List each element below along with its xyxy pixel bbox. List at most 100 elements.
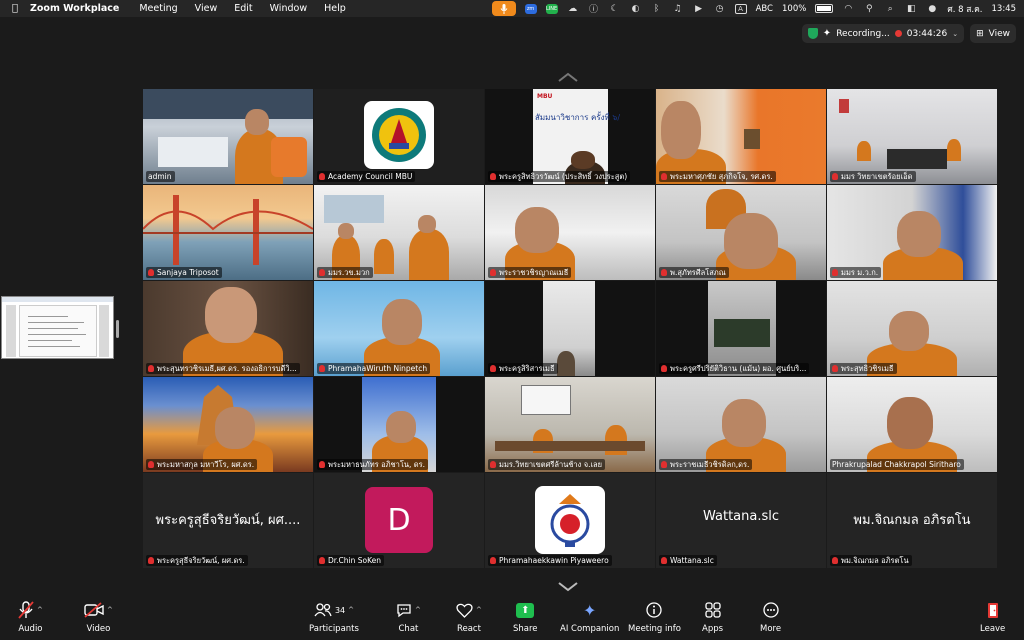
video-tile[interactable]: มมร วิทยาเขตร้อยเอ็ด — [827, 89, 997, 184]
menu-edit[interactable]: Edit — [234, 3, 252, 14]
share-label: Share — [513, 624, 538, 634]
bluetooth-icon[interactable]: ᛒ — [651, 4, 663, 14]
mic-in-use-icon[interactable] — [491, 1, 516, 16]
chat-chevron-icon[interactable]: ^ — [415, 606, 421, 614]
video-tile[interactable]: พระราชเมธีวชิรดิลก,ดร. — [656, 377, 826, 472]
participant-name: admin — [146, 171, 175, 182]
recording-label[interactable]: Recording... — [836, 29, 890, 39]
emblem-logo — [535, 486, 605, 554]
video-tile[interactable]: มมร.วิทยาเขตศรีล้านช้าง จ.เลย — [485, 377, 655, 472]
menu-view[interactable]: View — [195, 3, 218, 14]
audio-options-chevron-icon[interactable]: ^ — [37, 606, 43, 614]
menu-window[interactable]: Window — [270, 3, 307, 14]
view-button[interactable]: ⊞ View — [970, 24, 1016, 43]
participant-display-name: พม.จิณกมล อภิรตโน — [853, 513, 971, 528]
video-tile[interactable]: admin — [143, 89, 313, 184]
menu-time[interactable]: 13:45 — [992, 4, 1017, 14]
react-button[interactable]: ^ React — [456, 598, 482, 640]
apps-button[interactable]: Apps — [702, 598, 723, 640]
siri-icon[interactable]: ● — [926, 4, 938, 14]
muted-mic-icon — [148, 269, 154, 276]
zoom-tray-icon[interactable]: zm — [524, 3, 537, 14]
play-icon[interactable]: ▶ — [693, 4, 705, 14]
page-up-chevron-icon[interactable] — [557, 67, 579, 82]
video-tile[interactable]: พระมหาศุภชัย สุภกิจโจ, รศ.ดร. — [656, 89, 826, 184]
input-source-label[interactable]: ABC — [756, 4, 773, 14]
recording-chevron-down-icon[interactable]: ⌄ — [952, 30, 958, 38]
participants-chevron-icon[interactable]: ^ — [348, 606, 354, 614]
participant-name: พระมหาธนภัทร อภิชาโน, ดร. — [317, 459, 429, 470]
cloud-icon[interactable]: ☁ — [567, 4, 579, 14]
search-icon[interactable]: ⌕ — [884, 4, 896, 14]
participant-name: มมร วิทยาเขตร้อยเอ็ด — [830, 171, 916, 182]
participant-name: พระราชเมธีวชิรดิลก,ดร. — [659, 459, 753, 470]
ai-companion-status-icon[interactable]: ✦ — [823, 28, 831, 39]
more-label: More — [760, 624, 782, 634]
headphones-icon[interactable]: ♫ — [672, 4, 684, 14]
battery-icon[interactable] — [815, 4, 834, 13]
participant-name: Sanjaya Triposot — [146, 267, 222, 278]
control-center-icon[interactable]: ⚲ — [863, 4, 875, 14]
participants-button[interactable]: 34 ^ Participants — [309, 598, 359, 640]
leave-button[interactable]: Leave — [980, 598, 1005, 640]
share-button[interactable]: ⬆ Share — [513, 598, 538, 640]
menu-meeting[interactable]: Meeting — [139, 3, 177, 14]
video-tile[interactable]: พระครูสุธีจริยวัฒน์, ผศ.... พระครูสุธีจร… — [143, 473, 313, 568]
video-off-icon — [84, 602, 104, 618]
participant-name: มมร.วข.มวก — [317, 267, 373, 278]
video-tile[interactable]: พม.จิณกมล อภิรตโน พม.จิณกมล อภิรตโน — [827, 473, 997, 568]
video-tile[interactable]: พ.สุภัทรศีลโสภณ — [656, 185, 826, 280]
video-tile[interactable]: Wattana.slc Wattana.slc — [656, 473, 826, 568]
video-button[interactable]: ^ Video — [84, 598, 113, 640]
thumbnail-drag-handle[interactable] — [116, 320, 119, 338]
moon-icon[interactable]: ☾ — [609, 4, 621, 14]
video-tile[interactable]: MBU สัมมนาวิชาการ ครั้งที่ ๖/ พระครูสิทธ… — [485, 89, 655, 184]
participant-name: พ.สุภัทรศีลโสภณ — [659, 267, 729, 278]
audio-button[interactable]: ^ Audio — [18, 598, 43, 640]
video-tile[interactable]: มมร.วข.มวก — [314, 185, 484, 280]
menu-help[interactable]: Help — [324, 3, 346, 14]
menu-date[interactable]: ศ. 8 ส.ค. — [947, 2, 982, 16]
clock-icon[interactable]: ◷ — [714, 4, 726, 14]
participant-name: พระครูศรีปริยัติวิธาน (แม้น) ผอ. ศูนย์บร… — [659, 363, 810, 374]
page-down-chevron-icon[interactable] — [557, 577, 579, 592]
floating-thumbnail[interactable] — [1, 296, 114, 359]
video-tile[interactable]: พระสุนทรวชิรเมธี,ผศ.ดร. รองอธิการบดีวิ..… — [143, 281, 313, 376]
security-shield-icon[interactable] — [807, 28, 818, 39]
video-tile[interactable]: พระมหาสกุล มหาวีโร, ผศ.ดร. — [143, 377, 313, 472]
video-options-chevron-icon[interactable]: ^ — [107, 606, 113, 614]
info-icon[interactable]: ⓘ — [588, 4, 600, 15]
video-tile[interactable]: Sanjaya Triposot — [143, 185, 313, 280]
participant-name: มมร.วิทยาเขตศรีล้านช้าง จ.เลย — [488, 459, 606, 470]
muted-mic-icon — [490, 173, 496, 180]
chat-button[interactable]: ^ Chat — [396, 598, 421, 640]
line-tray-icon[interactable]: LINE — [545, 3, 558, 14]
meeting-info-button[interactable]: Meeting info — [628, 598, 681, 640]
video-tile[interactable]: D Dr.Chin SoKen — [314, 473, 484, 568]
video-tile[interactable]: พระสุทธิวชิรเมธี — [827, 281, 997, 376]
video-tile[interactable]: PhramahaWiruth Ninpetch — [314, 281, 484, 376]
muted-mic-icon — [832, 269, 838, 276]
react-chevron-icon[interactable]: ^ — [476, 606, 482, 614]
shield-tray-icon[interactable]: ◐ — [630, 4, 642, 14]
video-tile[interactable]: พระครูศรีปริยัติวิธาน (แม้น) ผอ. ศูนย์บร… — [656, 281, 826, 376]
toggle-icon[interactable]: ◧ — [905, 4, 917, 14]
participant-name: พม.จิณกมล อภิรตโน — [830, 555, 912, 566]
more-button[interactable]: More — [760, 598, 781, 640]
ai-companion-button[interactable]: ✦ AI Companion — [560, 598, 619, 640]
video-tile[interactable]: มมร ม.ว.ก. — [827, 185, 997, 280]
video-tile[interactable]: พระราชวชิรญาณเมธี — [485, 185, 655, 280]
participant-name: Wattana.slc — [659, 555, 717, 566]
video-tile[interactable]: Phramahaekkawin Piyaweero — [485, 473, 655, 568]
apple-icon[interactable]:  — [0, 3, 30, 14]
meeting-status-pill[interactable]: ✦ Recording... 03:44:26 ⌄ — [801, 24, 965, 43]
video-tile[interactable]: Phrakrupalad Chakkrapol Siritharo — [827, 377, 997, 472]
muted-mic-icon — [319, 557, 325, 564]
input-source-icon[interactable]: A — [734, 3, 747, 14]
wifi-icon[interactable]: ◠ — [842, 4, 854, 14]
menu-app-name[interactable]: Zoom Workplace — [30, 3, 119, 14]
video-tile[interactable]: Academy Council MBU — [314, 89, 484, 184]
video-tile[interactable]: พระมหาธนภัทร อภิชาโน, ดร. — [314, 377, 484, 472]
muted-mic-icon — [832, 173, 838, 180]
video-tile[interactable]: พระครูสิริสารเมธี — [485, 281, 655, 376]
